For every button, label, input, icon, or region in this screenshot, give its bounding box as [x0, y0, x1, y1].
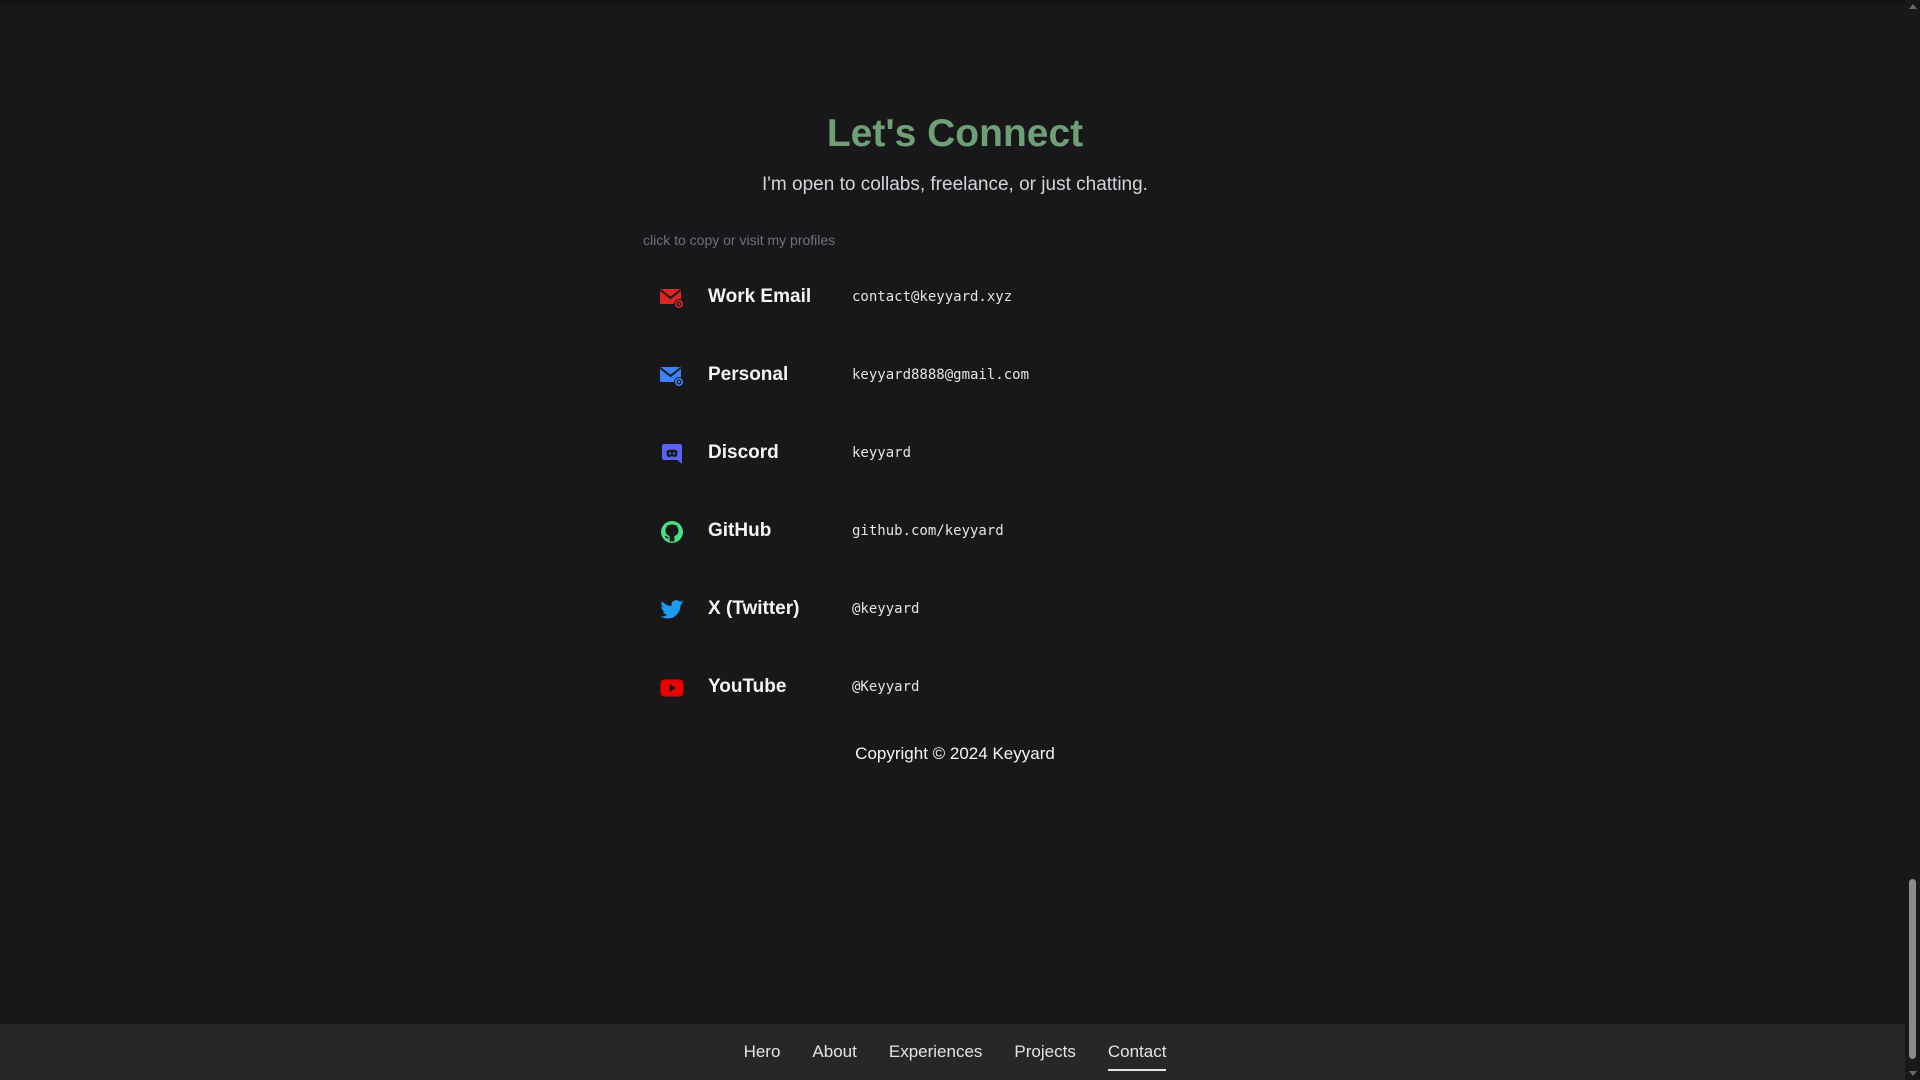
section-title: Let's Connect [826, 112, 1084, 155]
contact-list: Work Email contact@keyyard.xyz Personal … [643, 258, 1263, 726]
nav-link-hero[interactable]: Hero [728, 1039, 797, 1065]
github-icon [659, 519, 685, 545]
contact-row-discord[interactable]: Discord keyyard [643, 414, 1263, 492]
copy-hint: click to copy or visit my profiles [643, 232, 836, 248]
scrollbar-thumb[interactable] [1909, 879, 1916, 1059]
contact-row-github[interactable]: GitHub github.com/keyyard [643, 492, 1263, 570]
bottom-navigation: Hero About Experiences Projects Contact [0, 1024, 1905, 1080]
contact-label: YouTube [708, 676, 787, 697]
discord-icon [659, 441, 685, 467]
page: Let's Connect I'm open to collabs, freel… [0, 0, 1920, 1080]
scroll-down-arrow-icon[interactable] [1909, 1071, 1917, 1076]
vertical-scrollbar[interactable] [1905, 0, 1920, 1080]
contact-value: keyyard [852, 445, 912, 461]
contact-value: keyyard8888@gmail.com [852, 367, 1030, 383]
contact-label: Personal [708, 364, 789, 385]
nav-link-projects[interactable]: Projects [998, 1039, 1091, 1065]
scroll-up-arrow-icon[interactable] [1909, 4, 1917, 9]
email-icon [659, 285, 685, 311]
contact-row-work-email[interactable]: Work Email contact@keyyard.xyz [643, 258, 1263, 336]
contact-value: @keyyard [852, 601, 920, 617]
contact-value: @Keyyard [852, 679, 920, 695]
nav-link-contact[interactable]: Contact [1092, 1039, 1183, 1071]
top-shade [0, 0, 1905, 6]
contact-label: X (Twitter) [708, 598, 800, 619]
contact-label: Work Email [708, 286, 812, 307]
contact-label: GitHub [708, 520, 772, 541]
youtube-icon [659, 675, 685, 701]
contact-row-youtube[interactable]: YouTube @Keyyard [643, 648, 1263, 726]
twitter-icon [659, 597, 685, 623]
nav-link-experiences[interactable]: Experiences [873, 1039, 999, 1065]
contact-value: github.com/keyyard [852, 523, 1004, 539]
copyright-text: Copyright © 2024 Keyyard [855, 744, 1055, 763]
section-subtitle: I'm open to collabs, freelance, or just … [762, 174, 1148, 195]
nav-links: Hero About Experiences Projects Contact [728, 1039, 1183, 1071]
contact-row-personal[interactable]: Personal keyyard8888@gmail.com [643, 336, 1263, 414]
contact-label: Discord [708, 442, 779, 463]
contact-row-twitter[interactable]: X (Twitter) @keyyard [643, 570, 1263, 648]
email-icon [659, 363, 685, 389]
nav-link-about[interactable]: About [796, 1039, 872, 1065]
contact-value: contact@keyyard.xyz [852, 289, 1013, 305]
